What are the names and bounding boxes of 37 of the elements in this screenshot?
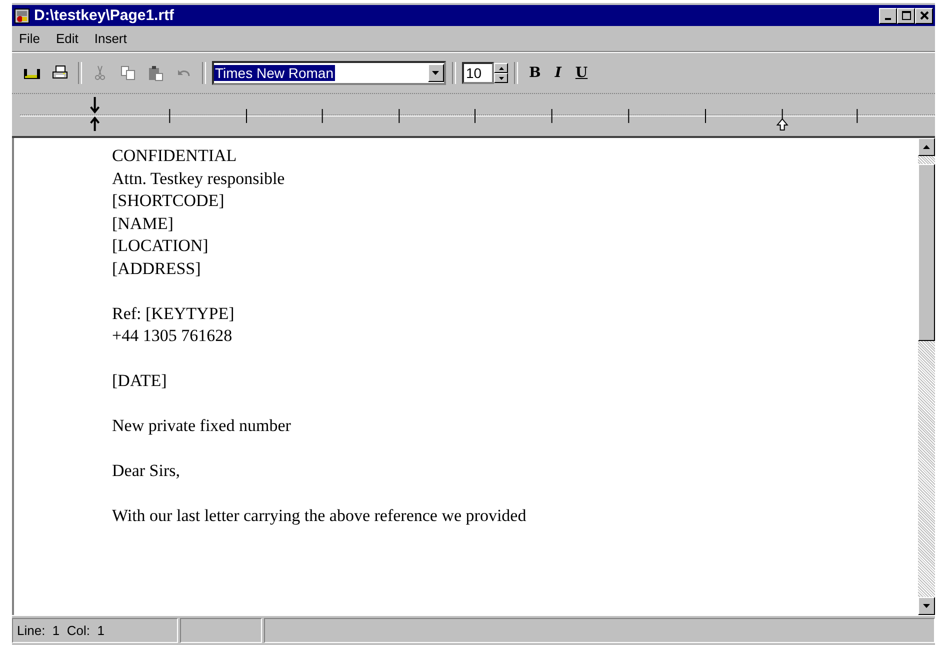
menu-item[interactable]: File [18, 31, 41, 46]
italic-button[interactable]: I [550, 65, 566, 81]
document-line: Dear Sirs, [112, 460, 181, 482]
status-text: Line: 1 Col: 1 [12, 618, 178, 643]
document-line: [SHORTCODE] [112, 190, 226, 212]
document-line: [LOCATION] [112, 235, 210, 257]
document-line: +44 1305 761628 [112, 325, 234, 347]
font-dropdown[interactable]: Times New Roman [212, 61, 446, 85]
window-title: D:\testkey\Page1.rtf [34, 7, 176, 24]
document-line: [NAME] [112, 212, 174, 234]
document-line: CONFIDENTIAL [112, 145, 238, 167]
maximize-icon [902, 11, 910, 20]
scroll-up-icon [923, 145, 930, 149]
document-line: New private fixed number [112, 415, 292, 437]
underline-button[interactable]: U [570, 65, 593, 81]
close-icon [920, 11, 928, 20]
vertical-scrollbar[interactable] [918, 138, 935, 615]
scissors-icon [92, 65, 108, 81]
document-line: [ADDRESS] [112, 258, 202, 280]
printer-icon [51, 65, 69, 81]
paste-icon [148, 65, 164, 81]
close-button[interactable] [915, 8, 933, 24]
document-line: Ref: [KEYTYPE] [112, 302, 236, 324]
app-icon [14, 8, 30, 24]
scroll-down-icon [923, 604, 930, 608]
menu-item[interactable]: Edit [54, 31, 80, 46]
minimize-icon [885, 18, 891, 20]
minimize-button[interactable] [879, 8, 897, 24]
undo-icon [178, 69, 190, 77]
copy-icon [120, 65, 136, 81]
maximize-button[interactable] [897, 8, 915, 24]
bold-button[interactable]: B [524, 65, 546, 81]
document-line: Attn. Testkey responsible [112, 168, 286, 190]
document-line: With our last letter carrying the above reference we provided [112, 505, 528, 527]
caret-icon [432, 70, 440, 76]
menu-item[interactable]: Insert [93, 31, 128, 46]
document-line: [DATE] [112, 370, 168, 392]
